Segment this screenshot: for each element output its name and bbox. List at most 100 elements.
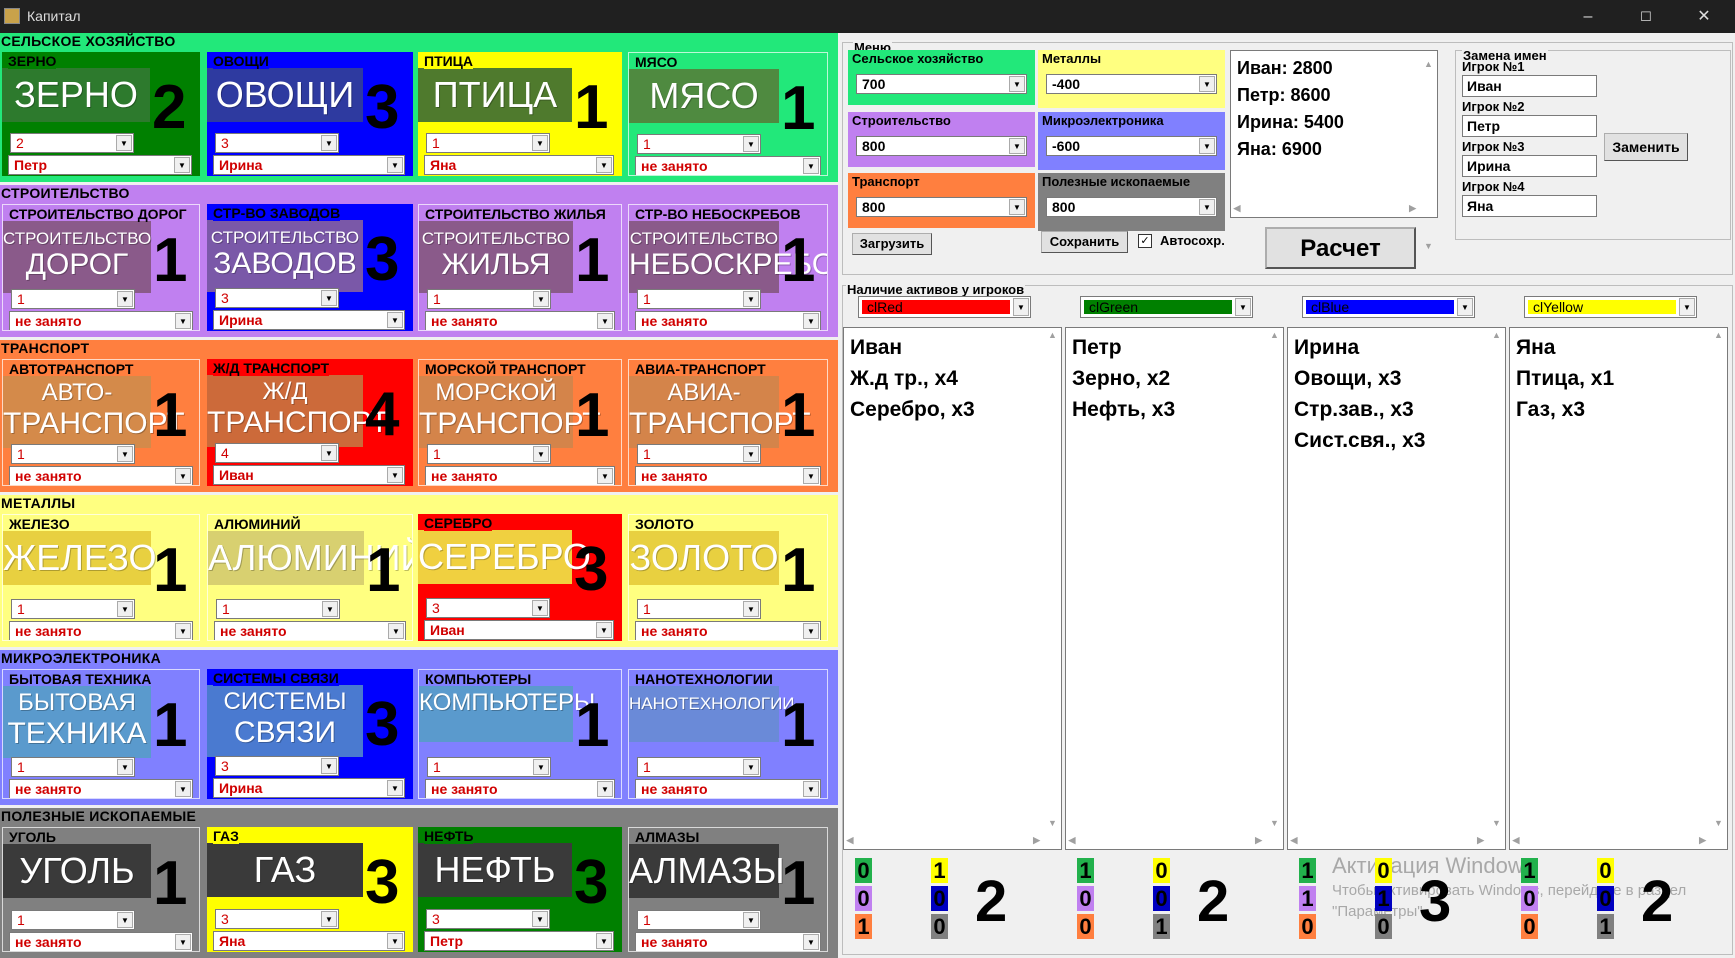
owner-select[interactable]: не занято ▼	[9, 932, 193, 951]
sector-income-select-arrow-icon[interactable]: ▼	[1199, 199, 1215, 215]
sector-income-select-arrow-icon[interactable]: ▼	[1009, 199, 1025, 215]
owner-select-arrow-icon[interactable]: ▼	[387, 467, 403, 483]
owner-select-arrow-icon[interactable]: ▼	[175, 934, 191, 950]
scroll-down-icon[interactable]: ▼	[1044, 816, 1061, 830]
level-select-arrow-icon[interactable]: ▼	[321, 290, 337, 306]
load-button[interactable]: Загрузить	[852, 233, 932, 255]
player-color-select-4[interactable]: clYellow ▼	[1524, 296, 1697, 318]
sector-income-select[interactable]: 800 ▼	[1046, 197, 1217, 217]
owner-select-arrow-icon[interactable]: ▼	[175, 623, 191, 639]
memo-vscroll[interactable]: ▲ ▼	[1266, 328, 1283, 832]
level-select-arrow-icon[interactable]: ▼	[533, 759, 549, 775]
sector-income-select[interactable]: 800 ▼	[856, 197, 1027, 217]
owner-select-arrow-icon[interactable]: ▼	[387, 933, 403, 949]
level-select[interactable]: 3 ▼	[215, 756, 339, 776]
level-select-arrow-icon[interactable]: ▼	[117, 759, 133, 775]
level-select[interactable]: 3 ▼	[215, 288, 339, 308]
player-assets-memo-3[interactable]: Ирина Овощи, х3 Стр.зав., х3 Сист.свя., х3 ▲…	[1287, 327, 1506, 850]
minimize-button[interactable]: –	[1565, 4, 1611, 30]
player-assets-memo-4[interactable]: Яна Птица, х1 Газ, х3 ▲ ▼ ◀ ▶	[1509, 327, 1728, 850]
owner-select[interactable]: не занято ▼	[9, 621, 193, 640]
player-name-input-3[interactable]: Ирина	[1462, 155, 1597, 177]
level-select-arrow-icon[interactable]: ▼	[117, 601, 133, 617]
owner-select-arrow-icon[interactable]: ▼	[803, 158, 819, 174]
owner-select[interactable]: не занято ▼	[425, 779, 615, 798]
owner-select[interactable]: Петр ▼	[424, 931, 614, 951]
level-select-arrow-icon[interactable]: ▼	[117, 912, 133, 928]
level-select[interactable]: 1 ▼	[637, 757, 761, 777]
asset-tile-micro-3[interactable]: НАНОТЕХНОЛОГИИ НАНОТЕХНОЛОГИИ 1 1 ▼ не занято…	[628, 669, 828, 799]
sector-income-select[interactable]: 700 ▼	[856, 74, 1027, 94]
player-color-select-3[interactable]: clBlue ▼	[1302, 296, 1475, 318]
scroll-down-icon[interactable]: ▼	[1488, 816, 1505, 830]
asset-tile-mining-3[interactable]: АЛМАЗЫ АЛМАЗЫ 1 1 ▼ не занято ▼	[628, 827, 828, 952]
asset-tile-agri-3[interactable]: МЯСО МЯСО 1 1 ▼ не занято ▼	[628, 52, 828, 176]
memo-vscroll[interactable]: ▲ ▼	[1710, 328, 1727, 832]
owner-select[interactable]: не занято ▼	[635, 932, 821, 951]
level-select[interactable]: 1 ▼	[637, 599, 761, 619]
owner-select-arrow-icon[interactable]: ▼	[175, 781, 191, 797]
level-select-arrow-icon[interactable]: ▼	[533, 291, 549, 307]
level-select-arrow-icon[interactable]: ▼	[743, 291, 759, 307]
asset-tile-agri-0[interactable]: ЗЕРНО ЗЕРНО 2 2 ▼ Петр ▼	[2, 52, 200, 176]
level-select[interactable]: 1 ▼	[11, 444, 135, 464]
player-color-select-1[interactable]: clRed ▼	[858, 296, 1031, 318]
asset-tile-metals-2[interactable]: СЕРЕБРО СЕРЕБРО 3 3 ▼ Иван ▼	[418, 514, 622, 641]
scroll-right-icon[interactable]: ▶	[1255, 832, 1262, 849]
owner-select-arrow-icon[interactable]: ▼	[597, 781, 613, 797]
owner-select-arrow-icon[interactable]: ▼	[387, 780, 403, 796]
level-select[interactable]: 1 ▼	[216, 599, 340, 619]
chevron-down-icon[interactable]: ▼	[1457, 298, 1473, 316]
owner-select[interactable]: Ирина ▼	[213, 778, 405, 798]
owner-select[interactable]: Ирина ▼	[213, 310, 405, 330]
memo-vscroll[interactable]: ▲ ▼	[1044, 328, 1061, 832]
level-select[interactable]: 3 ▼	[426, 909, 550, 929]
level-select[interactable]: 1 ▼	[427, 444, 551, 464]
calculate-button[interactable]: Расчет	[1265, 227, 1416, 269]
level-select[interactable]: 1 ▼	[11, 910, 135, 930]
level-select-arrow-icon[interactable]: ▼	[321, 445, 337, 461]
level-select-arrow-icon[interactable]: ▼	[743, 446, 759, 462]
level-select[interactable]: 1 ▼	[11, 599, 135, 619]
sector-income-select-arrow-icon[interactable]: ▼	[1009, 138, 1025, 154]
owner-select[interactable]: не занято ▼	[425, 311, 615, 330]
owner-select-arrow-icon[interactable]: ▼	[597, 468, 613, 484]
asset-tile-transport-0[interactable]: АВТОТРАНСПОРТ АВТО- ТРАНСПОРТ 1 1 ▼ не занято ▼	[2, 359, 200, 486]
level-select[interactable]: 1 ▼	[426, 133, 550, 153]
sector-income-select-arrow-icon[interactable]: ▼	[1199, 76, 1215, 92]
asset-tile-build-0[interactable]: СТРОИТЕЛЬСТВО ДОРОГ СТРОИТЕЛЬСТВО ДОРОГ 1 1 ▼…	[2, 204, 200, 331]
player-color-select-2[interactable]: clGreen ▼	[1080, 296, 1253, 318]
owner-select[interactable]: не занято ▼	[9, 466, 193, 485]
player-assets-memo-2[interactable]: Петр Зерно, х2 Нефть, х3 ▲ ▼ ◀ ▶	[1065, 327, 1284, 850]
asset-tile-build-3[interactable]: СТР-ВО НЕБОСКРЕБОВ СТРОИТЕЛЬСТВО НЕБОСКРЕБ…	[628, 204, 828, 331]
close-button[interactable]: ✕	[1681, 4, 1727, 30]
memo-hscroll[interactable]: ◀ ▶	[1066, 832, 1266, 849]
level-select[interactable]: 1 ▼	[11, 757, 135, 777]
balances-vscroll[interactable]: ▲ ▼	[1420, 51, 1437, 251]
owner-select[interactable]: не занято ▼	[635, 466, 821, 485]
sector-income-select-arrow-icon[interactable]: ▼	[1009, 76, 1025, 92]
balances-hscroll[interactable]: ◀ ▶	[1231, 200, 1420, 217]
level-select[interactable]: 1 ▼	[637, 289, 761, 309]
level-select[interactable]: 4 ▼	[215, 443, 339, 463]
asset-tile-mining-2[interactable]: НЕФТЬ НЕФТЬ 3 3 ▼ Петр ▼	[418, 827, 622, 952]
owner-select[interactable]: не занято ▼	[635, 779, 821, 798]
level-select[interactable]: 1 ▼	[637, 134, 761, 154]
asset-tile-transport-1[interactable]: Ж/Д ТРАНСПОРТ Ж/Д ТРАНСПОРТ 4 4 ▼ Иван ▼	[207, 359, 413, 486]
level-select[interactable]: 3 ▼	[215, 133, 339, 153]
level-select-arrow-icon[interactable]: ▼	[117, 291, 133, 307]
owner-select[interactable]: Петр ▼	[8, 155, 192, 175]
asset-tile-mining-1[interactable]: ГАЗ ГАЗ 3 3 ▼ Яна ▼	[207, 827, 413, 952]
level-select[interactable]: 1 ▼	[637, 910, 761, 930]
level-select-arrow-icon[interactable]: ▼	[743, 136, 759, 152]
level-select[interactable]: 2 ▼	[10, 133, 134, 153]
level-select-arrow-icon[interactable]: ▼	[321, 911, 337, 927]
owner-select[interactable]: не занято ▼	[425, 466, 615, 485]
owner-select-arrow-icon[interactable]: ▼	[388, 623, 404, 639]
memo-vscroll[interactable]: ▲ ▼	[1488, 328, 1505, 832]
sector-income-select-arrow-icon[interactable]: ▼	[1199, 138, 1215, 154]
scroll-right-icon[interactable]: ▶	[1477, 832, 1484, 849]
scroll-down-icon[interactable]: ▼	[1710, 816, 1727, 830]
owner-select-arrow-icon[interactable]: ▼	[174, 157, 190, 173]
owner-select-arrow-icon[interactable]: ▼	[596, 157, 612, 173]
